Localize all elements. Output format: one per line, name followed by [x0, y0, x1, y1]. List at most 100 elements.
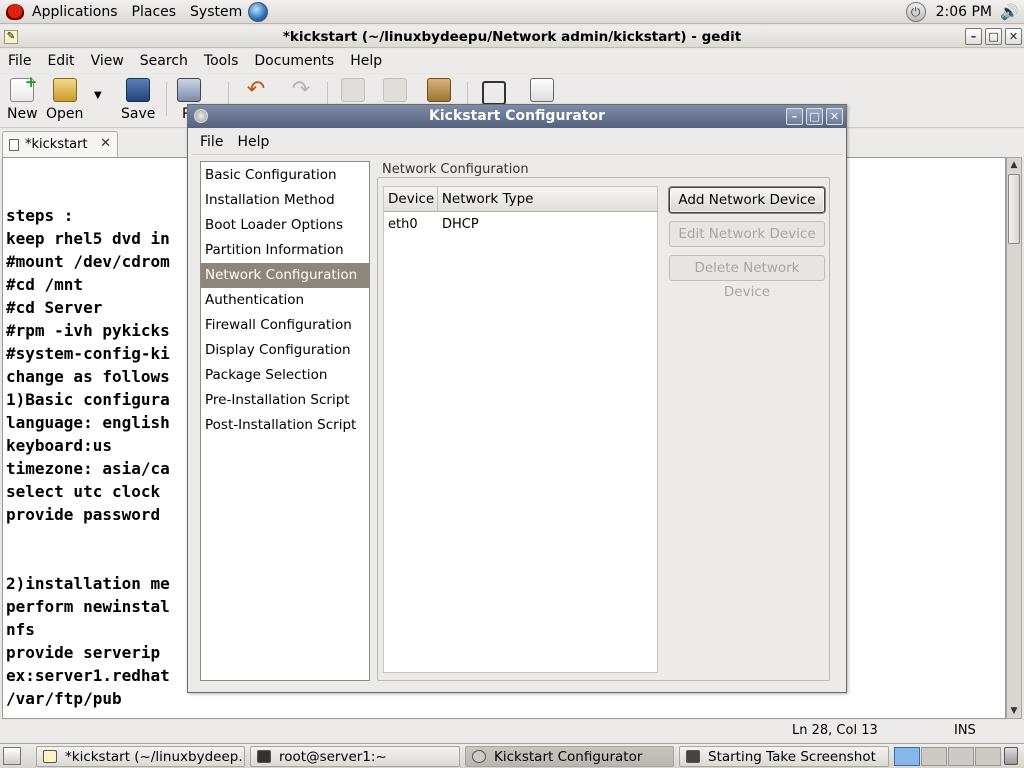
cursor-position: Ln 28, Col 13 [792, 723, 878, 738]
task-label: root@server1:~ [279, 748, 387, 765]
copy-icon [383, 78, 407, 102]
dialog-menubar: File Help [192, 129, 842, 155]
tab-close-icon[interactable]: ✕ [100, 136, 111, 151]
clock[interactable]: 2:06 PM [936, 4, 992, 20]
panel-tray: ⏻ 2:06 PM 🔊 [905, 0, 1024, 24]
save-button[interactable]: Save [121, 78, 155, 122]
nav-item-authentication[interactable]: Authentication [201, 288, 369, 313]
dialog-menu-file[interactable]: File [200, 134, 223, 150]
open-button[interactable]: Open [46, 78, 83, 122]
column-network-type[interactable]: Network Type [438, 187, 657, 211]
editor-scrollbar[interactable]: ▲ ▼ [1006, 157, 1022, 719]
workspace-2[interactable] [921, 747, 947, 766]
power-icon[interactable]: ⏻ [905, 2, 926, 22]
cut-icon [341, 78, 365, 102]
scroll-down-icon[interactable]: ▼ [1007, 704, 1021, 718]
section-list: Basic Configuration Installation Method Bo… [200, 161, 370, 681]
menu-file[interactable]: File [8, 53, 31, 69]
redo-button[interactable]: ↷ [289, 78, 313, 106]
system-menu[interactable]: System [190, 4, 242, 20]
nav-item-package-selection[interactable]: Package Selection [201, 363, 369, 388]
document-icon [9, 138, 19, 151]
column-device[interactable]: Device [384, 187, 438, 211]
volume-icon[interactable]: 🔊 [1000, 3, 1022, 21]
gedit-task-icon [43, 750, 57, 763]
table-header: Device Network Type [384, 187, 657, 212]
dialog-menu-help[interactable]: Help [237, 134, 269, 150]
task-label: *kickstart (~/linuxbydeep... [65, 748, 245, 765]
task-terminal[interactable]: root@server1:~ [250, 746, 460, 767]
applications-menu[interactable]: Applications [32, 4, 118, 20]
nav-item-boot-loader-options[interactable]: Boot Loader Options [201, 213, 369, 238]
undo-icon: ↶ [246, 77, 266, 102]
menu-help[interactable]: Help [350, 53, 382, 69]
kickstart-task-icon [472, 750, 486, 763]
task-gedit[interactable]: *kickstart (~/linuxbydeep... [36, 746, 245, 767]
dialog-minimize-button[interactable]: – [786, 108, 803, 125]
add-network-device-button[interactable]: Add Network Device [669, 187, 825, 213]
tab-label: *kickstart [25, 137, 88, 152]
new-button[interactable]: New [7, 73, 38, 122]
gedit-window-title: *kickstart (~/linuxbydeepu/Network admin… [282, 29, 742, 45]
top-panel: Applications Places System ⏻ 2:06 PM 🔊 [0, 0, 1024, 24]
minimize-button[interactable]: – [965, 28, 982, 45]
open-folder-icon [52, 78, 77, 102]
paste-clipboard-icon [427, 78, 451, 102]
web-browser-launcher-icon[interactable] [248, 1, 269, 22]
kickstart-configurator-window: Kickstart Configurator – □ ✕ File Help B… [187, 104, 847, 693]
statusbar: Ln 28, Col 13 INS [0, 720, 1024, 742]
task-screenshot[interactable]: Starting Take Screenshot [679, 746, 889, 767]
table-row[interactable]: eth0 DHCP [384, 212, 657, 238]
cell-device: eth0 [388, 217, 418, 232]
nav-item-partition-information[interactable]: Partition Information [201, 238, 369, 263]
nav-item-installation-method[interactable]: Installation Method [201, 188, 369, 213]
dialog-maximize-button[interactable]: □ [806, 108, 823, 125]
copy-button[interactable] [383, 78, 407, 106]
dialog-titlebar[interactable]: Kickstart Configurator – □ ✕ [188, 105, 846, 128]
task-kickstart[interactable]: Kickstart Configurator [465, 746, 674, 767]
nav-item-pre-installation-script[interactable]: Pre-Installation Script [201, 388, 369, 413]
show-desktop-icon[interactable] [3, 747, 21, 765]
trash-icon[interactable] [1004, 747, 1018, 765]
network-device-table[interactable]: Device Network Type eth0 DHCP [383, 186, 658, 673]
delete-network-device-button[interactable]: Delete Network Device [669, 255, 825, 300]
paste-button[interactable] [427, 78, 451, 106]
workspace-1[interactable] [894, 747, 920, 766]
nav-item-basic-configuration[interactable]: Basic Configuration [201, 163, 369, 188]
dialog-close-button[interactable]: ✕ [826, 108, 843, 125]
gedit-menubar: File Edit View Search Tools Documents He… [0, 49, 1024, 73]
edit-network-device-button[interactable]: Edit Network Device [669, 221, 825, 247]
menu-view[interactable]: View [91, 53, 124, 69]
places-menu[interactable]: Places [132, 4, 177, 20]
maximize-button[interactable]: □ [985, 28, 1002, 45]
nav-item-post-installation-script[interactable]: Post-Installation Script [201, 413, 369, 438]
menu-tools[interactable]: Tools [204, 53, 239, 69]
scroll-up-icon[interactable]: ▲ [1007, 158, 1021, 172]
nav-item-firewall-configuration[interactable]: Firewall Configuration [201, 313, 369, 338]
tab-kickstart[interactable]: *kickstart ✕ [2, 131, 118, 157]
new-label: New [7, 106, 38, 122]
open-recent-dropdown[interactable]: ▼ [94, 90, 102, 101]
menu-edit[interactable]: Edit [47, 53, 74, 69]
redhat-logo-icon[interactable] [6, 3, 24, 20]
open-label: Open [46, 106, 84, 122]
printer-icon [177, 78, 201, 102]
nav-item-display-configuration[interactable]: Display Configuration [201, 338, 369, 363]
undo-button[interactable]: ↶ [244, 78, 268, 106]
panel-menus: Applications Places System [0, 0, 274, 24]
replace-button[interactable] [530, 78, 554, 106]
scrollbar-thumb[interactable] [1008, 174, 1020, 244]
network-config-label: Network Configuration [380, 162, 531, 177]
nav-item-network-configuration[interactable]: Network Configuration [201, 263, 369, 288]
bottom-taskbar: *kickstart (~/linuxbydeep... root@server… [0, 743, 1024, 768]
insert-mode: INS [954, 723, 976, 738]
workspace-4[interactable] [975, 747, 1001, 766]
gedit-titlebar[interactable]: ✎ *kickstart (~/linuxbydeepu/Network adm… [0, 26, 1024, 48]
workspace-3[interactable] [948, 747, 974, 766]
close-button[interactable]: ✕ [1005, 28, 1022, 45]
menu-search[interactable]: Search [140, 53, 188, 69]
camera-icon [686, 750, 700, 763]
menu-documents[interactable]: Documents [254, 53, 334, 69]
save-label: Save [121, 106, 156, 122]
cut-button[interactable] [341, 78, 365, 106]
